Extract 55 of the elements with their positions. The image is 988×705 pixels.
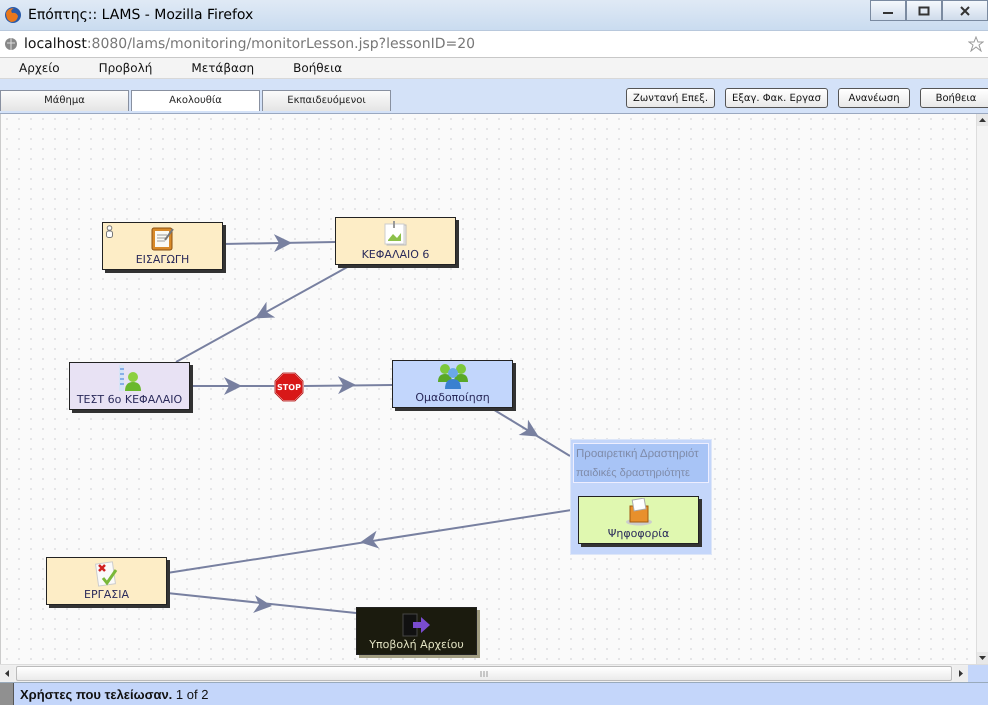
activity-node[interactable]: ΕΙΣΑΓΩΓΗ	[102, 222, 223, 270]
toolbar-button[interactable]: Ζωντανή Επεξ.	[626, 88, 715, 108]
grip-icon	[0, 683, 14, 705]
tab[interactable]: Εκπαιδευόμενοι	[262, 90, 391, 111]
activity-node[interactable]: ΕΡΓΑΣΙΑ	[46, 557, 167, 605]
menu-item[interactable]: Αρχείο	[12, 59, 67, 77]
activity-label: ΤΕΣΤ 6ο ΚΕΦΑΛΑΙΟ	[76, 393, 182, 406]
scroll-down-button[interactable]	[977, 652, 988, 664]
activity-label: ΕΙΣΑΓΩΓΗ	[136, 253, 190, 266]
exit-door-icon	[402, 613, 432, 637]
window-title: Επόπτης:: LAMS - Mozilla Firefox	[28, 7, 254, 23]
up-arrow-icon	[979, 118, 986, 122]
close-button[interactable]	[942, 0, 988, 21]
left-arrow-icon	[5, 670, 9, 677]
tab[interactable]: Μάθημα	[0, 90, 129, 111]
menu-item[interactable]: Προβολή	[92, 59, 160, 77]
vertical-scrollbar[interactable]	[976, 114, 988, 664]
activity-node[interactable]: Ψηφοφορία	[578, 496, 699, 544]
maximize-icon	[918, 6, 930, 16]
quiz-person-icon	[116, 364, 142, 392]
photo-icon	[384, 221, 408, 247]
ballot-box-icon	[624, 498, 654, 526]
optional-title: Προαιρετική Δραστηριότ	[576, 448, 700, 460]
firefox-icon	[4, 6, 22, 24]
checklist-icon	[94, 561, 118, 587]
group-icon	[436, 362, 468, 390]
activity-label: ΕΡΓΑΣΙΑ	[84, 588, 129, 601]
toolbar-button[interactable]: Ανανέωση	[838, 88, 910, 108]
star-icon[interactable]	[968, 36, 984, 52]
activity-label: ΚΕΦΑΛΑΙΟ 6	[362, 248, 430, 261]
stop-gate-icon[interactable]: STOP	[274, 372, 304, 402]
right-arrow-icon	[959, 670, 963, 677]
toolbar-button[interactable]: Βοήθεια	[920, 88, 988, 108]
scrollbar-thumb[interactable]	[16, 666, 952, 681]
menu-item[interactable]: Βοήθεια	[286, 59, 350, 77]
minimize-button[interactable]	[870, 0, 906, 21]
globe-icon	[4, 37, 18, 51]
tab[interactable]: Ακολουθία	[131, 90, 260, 111]
activity-label: Υποβολή Αρχείου	[369, 638, 464, 651]
url-field[interactable]: localhost:8080/lams/monitoring/monitorLesson.jsp?lessonID=20	[24, 36, 968, 52]
notepad-icon	[150, 226, 174, 252]
activity-node[interactable]: ΚΕΦΑΛΑΙΟ 6	[335, 217, 456, 265]
scroll-up-button[interactable]	[977, 114, 988, 126]
maximize-button[interactable]	[906, 0, 942, 21]
activity-label: Ψηφοφορία	[608, 527, 670, 540]
toolbar-button[interactable]: Εξαγ. Φακ. Εργασ	[725, 88, 828, 108]
activity-node[interactable]: Ομαδοποίηση	[392, 360, 513, 408]
status-text: Χρήστες που τελείωσαν. 1 of 2	[20, 687, 208, 702]
activity-node[interactable]: ΤΕΣΤ 6ο ΚΕΦΑΛΑΙΟ	[69, 362, 190, 410]
activity-label: Ομαδοποίηση	[415, 391, 490, 404]
close-icon	[959, 4, 971, 16]
optional-subtitle: παιδικές δραστηριότητε	[576, 466, 691, 478]
menu-item[interactable]: Μετάβαση	[184, 59, 262, 77]
activity-node[interactable]: Υποβολή Αρχείου	[356, 607, 477, 655]
down-arrow-icon	[979, 656, 986, 660]
